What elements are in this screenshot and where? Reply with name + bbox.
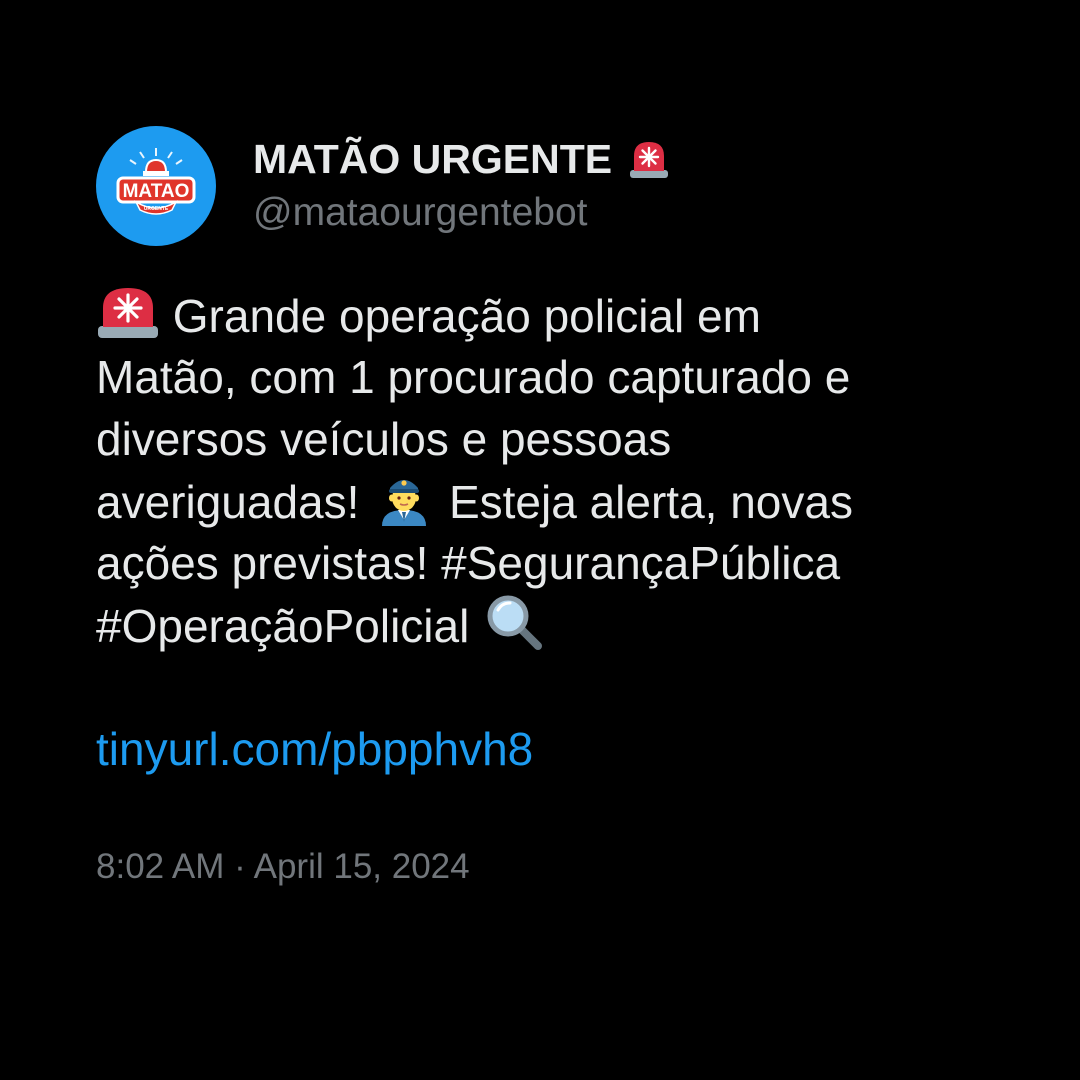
account-names: MATÃO URGENTE @mataourgentebot — [253, 134, 672, 238]
timestamp-separator: · — [234, 847, 246, 886]
tweet-line-4-text-a: averiguadas! — [96, 476, 360, 528]
police-car-light-icon — [96, 284, 160, 340]
tweet-line-1: Grande operação policial em — [96, 284, 976, 346]
display-name[interactable]: MATÃO URGENTE — [253, 134, 612, 184]
account-handle[interactable]: @mataourgentebot — [253, 188, 672, 238]
display-name-row[interactable]: MATÃO URGENTE — [253, 134, 672, 184]
tweet-text: Grande operação policial em Matão, com 1… — [96, 284, 976, 656]
avatar-subtext: URGENTE — [144, 206, 169, 212]
avatar[interactable]: MATAO URGENTE — [96, 126, 216, 246]
tweet-line-2: Matão, com 1 procurado capturado e — [96, 351, 851, 403]
tweet-card: MATAO URGENTE MATÃO URGENTE @mataourgent… — [96, 126, 976, 892]
police-officer-icon — [372, 470, 436, 526]
tweet-line-6: #OperaçãoPolicial — [96, 594, 976, 656]
avatar-logo-icon: MATAO URGENTE — [116, 148, 196, 215]
tweet-line-4-text-b: Esteja alerta, novas — [448, 476, 853, 528]
tweet-link[interactable]: tinyurl.com/pbpphvh8 — [96, 718, 976, 780]
magnifying-glass-icon — [482, 594, 546, 650]
tweet-line-5: ações previstas! #SegurançaPública — [96, 537, 841, 589]
avatar-text: MATAO — [123, 181, 190, 202]
police-car-light-icon — [626, 136, 672, 182]
tweet-line-1-text: Grande operação policial em — [172, 290, 761, 342]
tweet-time: 8:02 AM — [96, 847, 225, 886]
tweet-header: MATAO URGENTE MATÃO URGENTE @mataourgent… — [96, 126, 976, 246]
tweet-date: April 15, 2024 — [253, 847, 470, 886]
tweet-line-4: averiguadas! Esteja alerta, novas — [96, 470, 976, 532]
tweet-line-3: diversos veículos e pessoas — [96, 413, 672, 465]
tweet-line-6-text: #OperaçãoPolicial — [96, 600, 470, 652]
tweet-timestamp[interactable]: 8:02 AM · April 15, 2024 — [96, 842, 976, 892]
